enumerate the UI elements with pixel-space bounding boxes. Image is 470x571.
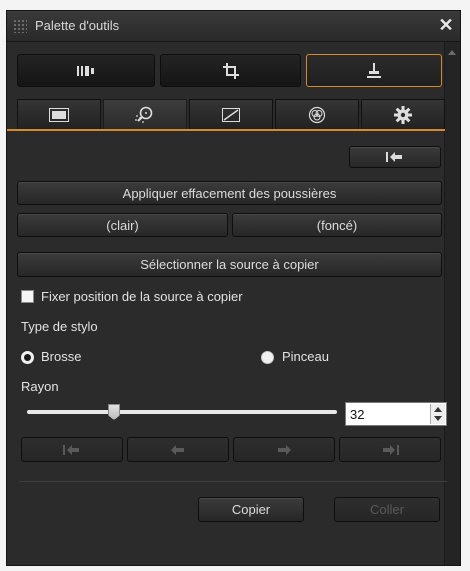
scroll-up-icon[interactable]: [448, 50, 456, 55]
tab-curve[interactable]: [189, 99, 273, 129]
light-button[interactable]: (clair): [17, 213, 228, 237]
tab-underline: [7, 129, 445, 131]
radius-slider-thumb[interactable]: [108, 404, 120, 420]
brush-radio[interactable]: [21, 351, 34, 364]
undo-icon: [170, 444, 186, 456]
paste-button[interactable]: Coller: [334, 497, 440, 522]
tool-crop-button[interactable]: [160, 54, 301, 87]
pen-type-label: Type de stylo: [21, 319, 98, 334]
color-circles-icon: [308, 106, 326, 124]
pinceau-radio[interactable]: [261, 351, 274, 364]
dust-inspect-icon: [135, 106, 155, 124]
redo-last-icon: [381, 444, 399, 456]
dark-button[interactable]: (foncé): [232, 213, 442, 237]
adjust-panel-icon: [77, 65, 95, 77]
copy-button[interactable]: Copier: [198, 497, 304, 522]
tool-stamp-button[interactable]: [306, 54, 442, 87]
spin-down-icon[interactable]: [434, 416, 442, 421]
tab-image[interactable]: [17, 99, 101, 129]
select-source-button[interactable]: Sélectionner la source à copier: [17, 252, 442, 277]
history-undo-button[interactable]: [127, 437, 229, 462]
tab-dust[interactable]: [103, 99, 187, 129]
drag-grip-icon[interactable]: [13, 19, 27, 33]
tool-adjust-button[interactable]: [17, 54, 155, 87]
spin-up-icon[interactable]: [434, 407, 442, 412]
spin-buttons[interactable]: [430, 404, 445, 424]
palette-content: Appliquer effacement des poussières (cla…: [7, 42, 447, 565]
fix-source-label: Fixer position de la source à copier: [41, 289, 243, 304]
window-title: Palette d'outils: [35, 18, 120, 33]
pinceau-radio-label: Pinceau: [282, 349, 329, 364]
radius-spinbox[interactable]: 32: [345, 402, 447, 426]
crop-icon: [222, 62, 239, 79]
tab-settings[interactable]: [361, 99, 445, 129]
radius-value: 32: [350, 407, 365, 422]
revert-icon: [386, 151, 404, 163]
revert-button[interactable]: [349, 146, 441, 168]
scrollbar[interactable]: [444, 42, 460, 565]
history-first-button[interactable]: [21, 437, 123, 462]
revert-first-icon: [63, 444, 81, 456]
redo-icon: [276, 444, 292, 456]
history-last-button[interactable]: [339, 437, 441, 462]
image-frame-icon: [49, 107, 69, 122]
brush-radio-label: Brosse: [41, 349, 82, 364]
divider: [19, 481, 447, 482]
fix-source-checkbox[interactable]: [21, 290, 34, 303]
curve-icon: [222, 107, 240, 122]
apply-dust-removal-button[interactable]: Appliquer effacement des poussières: [17, 181, 442, 205]
tab-color[interactable]: [275, 99, 359, 129]
history-redo-button[interactable]: [233, 437, 335, 462]
tool-palette-window: Palette d'outils ✕ Appliquer effacement …: [6, 10, 461, 566]
title-bar[interactable]: Palette d'outils ✕: [7, 11, 460, 42]
radius-slider[interactable]: [27, 410, 337, 414]
radius-label: Rayon: [21, 379, 59, 394]
gear-icon: [394, 105, 412, 124]
close-icon[interactable]: ✕: [436, 15, 456, 35]
stamp-icon: [366, 62, 382, 79]
